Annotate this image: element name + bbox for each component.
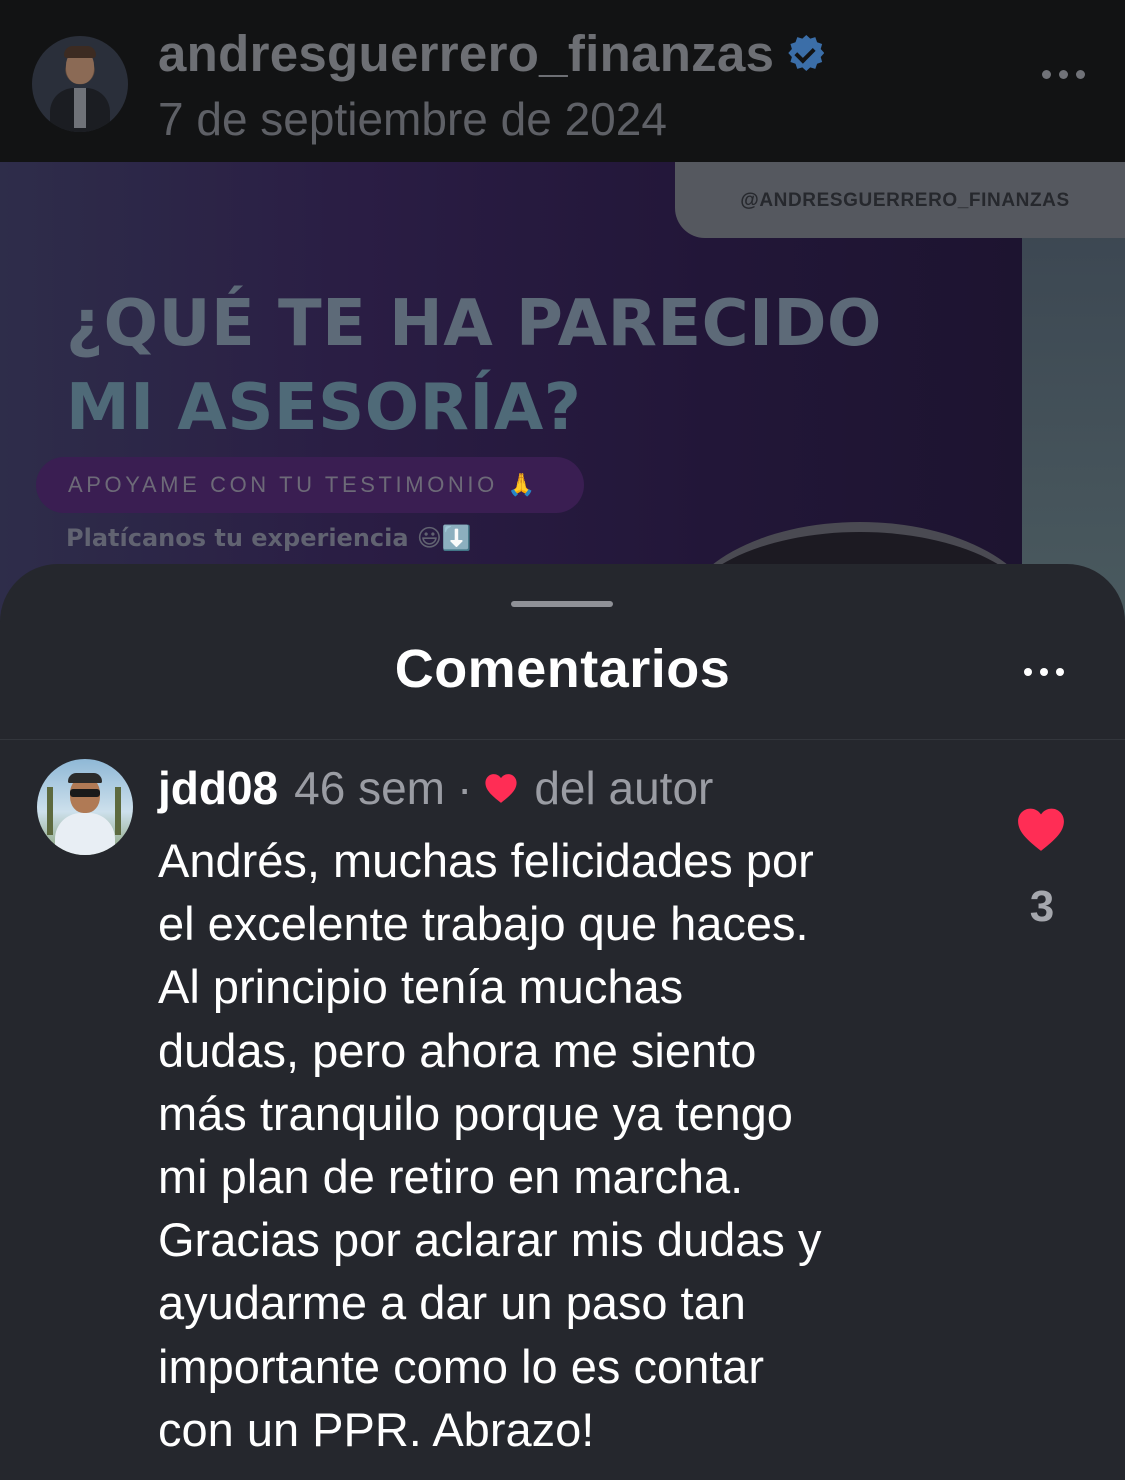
- comment-text: Andrés, muchas felicidades por el excele…: [158, 834, 822, 1456]
- commenter-username[interactable]: jdd08: [158, 761, 278, 815]
- post-more-options-icon[interactable]: [1042, 70, 1085, 79]
- liked-by-author-label: del autor: [534, 762, 714, 814]
- comment-like-count[interactable]: 3: [1000, 882, 1084, 932]
- comments-title: Comentarios: [394, 639, 731, 699]
- image-handle-label: @ANDRESGUERRERO_FINANZAS: [675, 162, 1125, 238]
- post-date: 7 de septiembre de 2024: [158, 93, 667, 145]
- comments-more-options-icon[interactable]: [1024, 668, 1064, 676]
- image-title: ¿QUÉ TE HA PARECIDO MI ASESORÍA?: [66, 282, 882, 450]
- sheet-grabber-handle[interactable]: [511, 601, 613, 607]
- post-header: andresguerrero_finanzas 7 de septiembre …: [0, 0, 1125, 162]
- author-liked-heart-icon: [485, 774, 517, 803]
- post-username-text[interactable]: andresguerrero_finanzas: [158, 24, 774, 83]
- post-author-avatar[interactable]: [32, 36, 128, 132]
- image-subtitle: Platícanos tu experiencia 😃⬇️: [66, 524, 472, 552]
- meta-separator: ·: [457, 762, 473, 814]
- image-title-line1: ¿QUÉ TE HA PARECIDO: [66, 287, 882, 361]
- comment-meta: jdd08 46 sem · del autor: [158, 760, 713, 816]
- image-title-line2: MI ASESORÍA?: [66, 371, 582, 445]
- comment-like-heart-icon[interactable]: [1016, 806, 1066, 852]
- commenter-avatar[interactable]: [37, 759, 133, 855]
- comment-time: 46 sem: [294, 762, 446, 814]
- verified-badge-icon: [788, 35, 825, 71]
- post-username[interactable]: andresguerrero_finanzas: [158, 22, 825, 84]
- screen: andresguerrero_finanzas 7 de septiembre …: [0, 0, 1125, 1480]
- image-testimonial-pill: APOYAME CON TU TESTIMONIO 🙏: [36, 457, 584, 513]
- comments-sheet: Comentarios jdd08 46 sem · del autor And…: [0, 564, 1125, 1480]
- post-image[interactable]: @ANDRESGUERRERO_FINANZAS ¿QUÉ TE HA PARE…: [0, 162, 1125, 622]
- sheet-divider: [0, 739, 1125, 740]
